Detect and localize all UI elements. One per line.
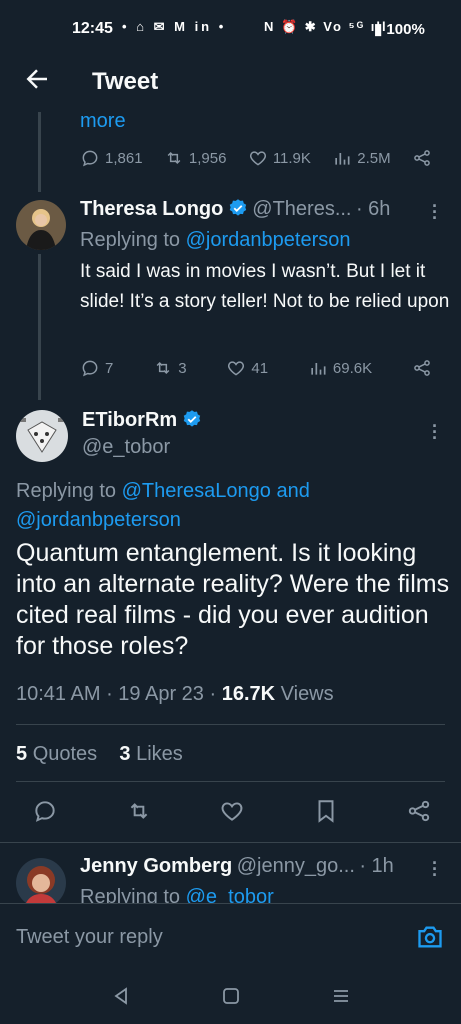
battery-level: ▮ 100%	[374, 21, 425, 38]
show-more-link[interactable]: more	[80, 110, 126, 133]
reply-tweet[interactable]: Jenny Gomberg @jenny_go... · 1h · · · Repl…	[0, 843, 461, 903]
heart-icon	[249, 151, 266, 166]
like-count: 41	[251, 359, 269, 377]
tweet-text: It said I was in movies I wasn’t. But I …	[80, 261, 450, 312]
reply-action[interactable]: 1,861	[80, 148, 143, 168]
back-nav-icon[interactable]	[112, 986, 130, 1006]
divider	[16, 781, 445, 782]
replying-to-line: Replying to @TheresaLongo and @jordanbpe…	[16, 480, 310, 531]
analytics-icon	[335, 153, 350, 165]
notification-icons: • ⌂ ✉ M in •	[122, 19, 227, 34]
system-icons: N ⏰ ✱ Vo ⁵ᴳ ıll	[264, 19, 388, 34]
quotes-stat[interactable]: 5 Quotes	[16, 743, 97, 765]
mention-link[interactable]: @jordanbpeterson	[186, 229, 351, 251]
tweet-time: 10:41 AM	[16, 683, 101, 705]
avatar[interactable]	[16, 858, 66, 903]
camera-icon[interactable]	[416, 924, 444, 950]
handle: @Theres...	[252, 198, 352, 220]
retweet-count: 3	[178, 359, 187, 377]
reply-input[interactable]: Tweet your reply	[16, 926, 163, 949]
share-action[interactable]	[412, 148, 432, 168]
reply-icon[interactable]	[32, 798, 58, 824]
retweet-action[interactable]: 1,956	[164, 148, 227, 168]
more-options-icon[interactable]: · · ·	[432, 854, 438, 884]
handle[interactable]: @e_tobor	[82, 436, 170, 459]
reply-icon	[82, 150, 98, 167]
retweet-count: 1,956	[188, 149, 227, 167]
reply-icon	[82, 360, 98, 377]
mention-link[interactable]: @e_tobor	[186, 886, 274, 903]
views-count: 69.6K	[332, 359, 373, 377]
mention-link[interactable]: @jordanbpeterson	[16, 509, 181, 531]
views-count: 2.5M	[357, 149, 391, 167]
replying-to-line: Replying to @jordanbpeterson	[80, 229, 351, 251]
page-title: Tweet	[92, 68, 159, 95]
share-icon	[414, 150, 430, 166]
status-time: 12:45	[72, 20, 113, 37]
heart-icon[interactable]	[219, 798, 245, 824]
like-count: 11.9K	[272, 149, 311, 167]
views-action[interactable]: 69.6K	[308, 358, 372, 378]
back-arrow-icon[interactable]	[22, 64, 52, 94]
share-icon[interactable]	[406, 798, 432, 824]
tweet-date: 19 Apr 23	[118, 683, 204, 705]
reply-count: 1,861	[105, 149, 143, 167]
tweet-author-line: Theresa Longo @Theres... · 6h	[80, 198, 410, 221]
divider	[16, 724, 445, 725]
home-nav-icon[interactable]	[222, 987, 240, 1005]
status-bar: 12:45 • ⌂ ✉ M in • N ⏰ ✱ Vo ⁵ᴳ ıll ▮ 100…	[0, 0, 461, 58]
tweet-author-line: Jenny Gomberg @jenny_go... · 1h	[80, 855, 394, 878]
main-tweet-actions	[32, 798, 432, 824]
like-action[interactable]: 11.9K	[248, 148, 311, 168]
verified-badge-icon	[229, 199, 246, 216]
handle: @jenny_go...	[236, 855, 355, 877]
system-nav-bar	[0, 971, 461, 1024]
display-name[interactable]: ETiborRm	[82, 409, 177, 431]
heart-icon	[228, 361, 245, 376]
tweet-meta: 10:41 AM · 19 Apr 23 · 16.7K Views	[16, 683, 334, 705]
views-action[interactable]: 2.5M	[332, 148, 391, 168]
prev-tweet-actions: 1,861 1,956 11.9K 2.5M	[80, 148, 432, 168]
verified-badge-icon	[183, 410, 200, 427]
tweet-time: · 1h	[359, 855, 394, 877]
thread-line	[38, 112, 41, 192]
replying-to-line: Replying to @e_tobor	[80, 886, 274, 903]
avatar[interactable]	[16, 410, 68, 462]
avatar[interactable]	[16, 200, 66, 250]
thread-line	[38, 254, 41, 400]
display-name[interactable]: Jenny Gomberg	[80, 855, 232, 877]
retweet-icon	[156, 361, 170, 375]
display-name[interactable]: Theresa Longo	[80, 198, 223, 220]
reply-action[interactable]: 7	[80, 358, 113, 378]
more-options-icon[interactable]: · · ·	[432, 197, 438, 227]
retweet-icon	[167, 151, 181, 165]
like-action[interactable]: 41	[226, 358, 268, 378]
views-label: Views	[280, 683, 334, 705]
main-author-line: ETiborRm	[82, 409, 202, 432]
retweet-icon[interactable]	[126, 798, 152, 824]
mention-link[interactable]: @TheresaLongo	[122, 480, 271, 502]
share-action[interactable]	[412, 358, 432, 378]
recents-nav-icon[interactable]	[332, 987, 350, 1005]
reply1-actions: 7 3 41 69.6K	[80, 358, 432, 378]
engagement-stats: 5 Quotes 3 Likes	[16, 743, 183, 766]
views-count: 16.7K	[221, 683, 276, 705]
share-icon	[414, 360, 430, 376]
retweet-action[interactable]: 3	[153, 358, 187, 378]
tweet-text: Quantum entanglement. Is it looking into…	[16, 539, 450, 660]
reply-composer: Tweet your reply	[0, 903, 461, 971]
app-header: Tweet	[0, 58, 461, 110]
reply-count: 7	[105, 359, 114, 377]
tweet-time: · 6h	[355, 198, 391, 220]
likes-stat[interactable]: 3 Likes	[119, 743, 182, 765]
analytics-icon	[311, 363, 326, 375]
more-options-icon[interactable]: · · ·	[432, 417, 438, 447]
bookmark-icon[interactable]	[313, 798, 339, 824]
